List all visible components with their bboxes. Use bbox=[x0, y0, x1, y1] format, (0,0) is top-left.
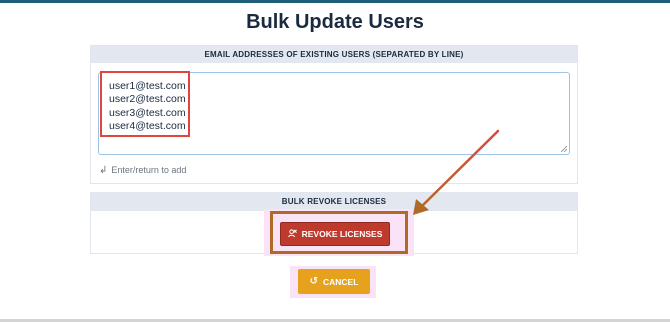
enter-hint-text: Enter/return to add bbox=[111, 165, 187, 175]
resize-grip-icon[interactable] bbox=[561, 146, 567, 152]
return-arrow-icon: ↲ bbox=[99, 165, 108, 176]
revoke-licenses-button[interactable]: REVOKE LICENSES bbox=[280, 222, 390, 246]
enter-hint: ↲ Enter/return to add bbox=[99, 165, 186, 176]
email-panel-header: EMAIL ADDRESSES OF EXISTING USERS (SEPAR… bbox=[91, 46, 577, 63]
cancel-button[interactable]: ↺ CANCEL bbox=[298, 269, 370, 294]
cancel-label: CANCEL bbox=[322, 276, 359, 287]
email-line: user3@test.com bbox=[109, 107, 186, 119]
page-title: Bulk Update Users bbox=[246, 11, 424, 33]
email-line: user1@test.com bbox=[109, 80, 186, 92]
top-border bbox=[0, 0, 670, 3]
revoke-licenses-label: REVOKE LICENSES bbox=[301, 229, 383, 239]
bulk-update-users-page: Bulk Update Users EMAIL ADDRESSES OF EXI… bbox=[0, 0, 670, 322]
email-line: user2@test.com bbox=[109, 93, 186, 105]
undo-icon: ↺ bbox=[309, 276, 318, 287]
user-remove-icon bbox=[287, 228, 297, 240]
email-line: user4@test.com bbox=[109, 120, 186, 132]
user-remove-icon-svg bbox=[287, 228, 297, 237]
